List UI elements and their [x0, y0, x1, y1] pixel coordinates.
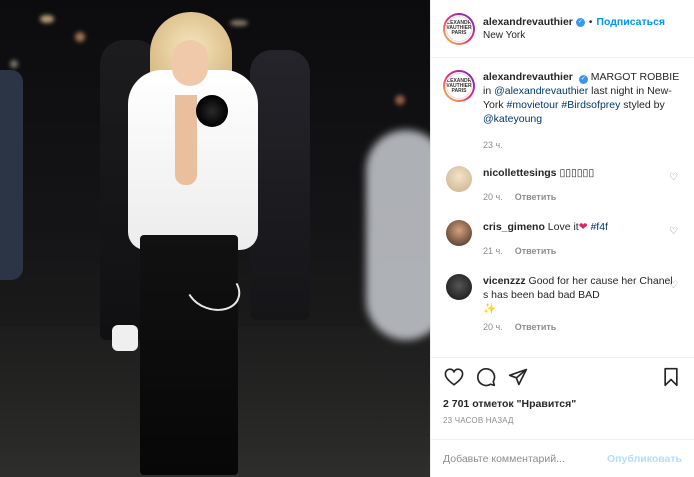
comment-input[interactable]	[443, 452, 608, 465]
photo-bokeh	[230, 20, 248, 26]
photo-bokeh	[40, 15, 54, 23]
comment-bubble-icon[interactable]	[475, 366, 497, 388]
sparkles-emoji: ✨	[483, 303, 497, 315]
comment-username[interactable]: nicollettesings	[483, 167, 557, 179]
comment-time[interactable]: 20 ч.	[483, 322, 503, 332]
post-modal: ALEXANDRE VAUTHIER PARIS alexandrevauthi…	[0, 0, 694, 477]
comment-username[interactable]: vicenzzz	[483, 275, 526, 287]
comment-item: nicollettesings ▯▯▯▯▯▯ 20 ч. Ответить ♡	[443, 166, 682, 204]
caption-hashtag[interactable]: #Birdsofprey	[561, 99, 620, 111]
avatar-logo: ALEXANDRE VAUTHIER PARIS	[446, 15, 472, 42]
photo-right-blur	[366, 130, 430, 340]
reply-button[interactable]: Ответить	[515, 322, 557, 332]
photo-face	[172, 40, 208, 86]
post-location[interactable]: New York	[483, 30, 665, 41]
caption-avatar[interactable]: ALEXANDRE VAUTHIER PARIS	[443, 70, 475, 102]
header-separator: •	[588, 16, 593, 28]
like-comment-heart-icon[interactable]: ♡	[669, 172, 678, 183]
post-comment-button[interactable]: Опубликовать	[607, 453, 682, 465]
caption-hashtag[interactable]: #movietour	[507, 99, 559, 111]
comment-item: cris_gimeno Love it❤ #f4f 21 ч. Ответить …	[443, 220, 682, 258]
author-username[interactable]: alexandrevauthier	[483, 16, 573, 28]
post-photo[interactable]	[0, 0, 430, 477]
photo-background-person	[250, 50, 310, 320]
heart-emoji: ❤	[578, 221, 588, 233]
caption-mention[interactable]: @kateyoung	[483, 113, 542, 125]
share-paper-plane-icon[interactable]	[507, 366, 529, 388]
verified-badge-icon: ✓	[578, 75, 588, 84]
photo-left-person	[0, 70, 23, 280]
post-caption: ALEXANDRE VAUTHIER PARIS alexandrevauthi…	[443, 70, 682, 126]
like-heart-icon[interactable]	[443, 366, 465, 388]
comment-avatar[interactable]	[446, 220, 472, 246]
caption-text: styled by	[620, 99, 665, 111]
comment-avatar[interactable]	[446, 274, 472, 300]
post-side-panel: ALEXANDRE VAUTHIER PARIS alexandrevauthi…	[430, 0, 694, 477]
reply-button[interactable]: Ответить	[515, 192, 557, 202]
verified-badge-icon: ✓	[575, 17, 585, 27]
comments-list[interactable]: ALEXANDRE VAUTHIER PARIS alexandrevauthi…	[431, 58, 694, 357]
post-header: ALEXANDRE VAUTHIER PARIS alexandrevauthi…	[431, 0, 694, 58]
like-comment-heart-icon[interactable]: ♡	[669, 226, 678, 237]
caption-username[interactable]: alexandrevauthier	[483, 71, 573, 83]
comment-text: ▯▯▯▯▯▯	[559, 167, 595, 179]
photo-bokeh	[395, 95, 405, 105]
comment-item: vicenzzz Good for her cause her Chanel s…	[443, 274, 682, 334]
photo-neckline	[175, 95, 197, 185]
photo-black-flower	[196, 95, 228, 127]
post-actions: 2 701 отметок "Нравится" 23 ЧАСОВ НАЗАД	[431, 357, 694, 439]
avatar-logo: ALEXANDRE VAUTHIER PARIS	[446, 73, 472, 99]
save-bookmark-icon[interactable]	[660, 366, 682, 388]
post-timestamp[interactable]: 23 ЧАСОВ НАЗАД	[443, 416, 682, 425]
comment-avatar[interactable]	[446, 166, 472, 192]
header-info: alexandrevauthier ✓ • Подписаться New Yo…	[483, 16, 665, 41]
caption-meta: 23 ч.	[483, 140, 682, 150]
comment-username[interactable]: cris_gimeno	[483, 221, 545, 233]
follow-button[interactable]: Подписаться	[596, 16, 665, 28]
add-comment-bar: Опубликовать	[431, 439, 694, 477]
likes-count[interactable]: 2 701 отметок "Нравится"	[443, 398, 682, 410]
caption-time[interactable]: 23 ч.	[483, 140, 503, 150]
comment-time[interactable]: 20 ч.	[483, 192, 503, 202]
like-comment-heart-icon[interactable]: ♡	[669, 280, 678, 291]
caption-mention[interactable]: @alexandrevauthier	[494, 85, 588, 97]
photo-sneaker	[112, 325, 138, 351]
reply-button[interactable]: Ответить	[515, 246, 557, 256]
comment-time[interactable]: 21 ч.	[483, 246, 503, 256]
photo-bokeh	[75, 32, 85, 42]
photo-bokeh	[10, 60, 18, 68]
comment-text: Love it	[547, 221, 579, 233]
comment-hashtag[interactable]: #f4f	[590, 221, 608, 233]
author-avatar[interactable]: ALEXANDRE VAUTHIER PARIS	[443, 12, 475, 45]
